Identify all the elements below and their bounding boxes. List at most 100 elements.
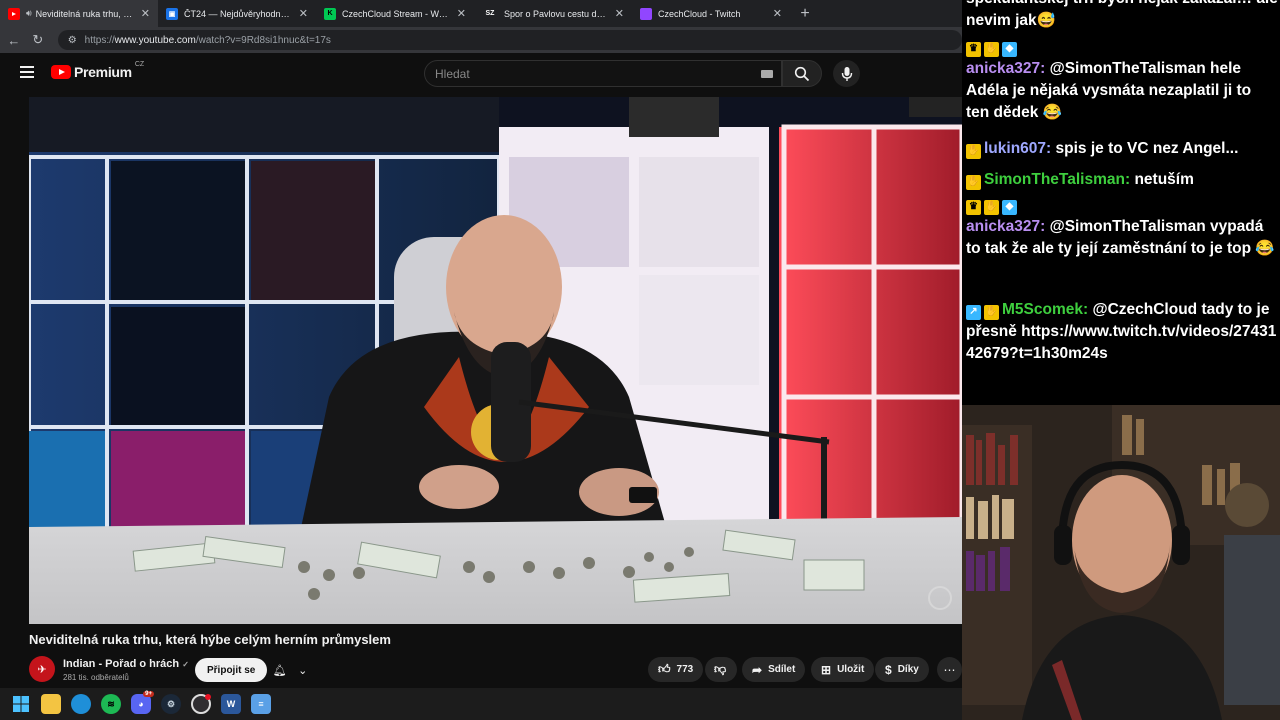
channel-actions-row: ✈ Indian - Pořad o hrách ✓ 281 tis. odbě… [29,656,962,686]
logo-word: Premium [74,64,132,80]
thanks-button[interactable]: $ Díky [875,657,929,682]
hand-badge-icon: ✋ [984,199,999,215]
tab-twitch[interactable]: CzechCloud - Twitch ✕ [632,0,790,27]
chat-message: ✋ lukin607: spis je to VC nez Angel... [966,138,1278,160]
word-icon[interactable]: W [221,694,241,714]
discord-icon[interactable]: ◕ 9+ [131,691,154,714]
crown-badge-icon: ♛ [966,41,981,57]
keyboard-icon[interactable] [761,70,773,78]
youtube-play-icon [51,65,71,79]
voice-search-button[interactable] [833,60,860,87]
join-button[interactable]: Připojit se [195,658,268,682]
chat-username[interactable]: anicka327: [966,218,1045,235]
address-bar-row: ← ↻ ⚙ https://www.youtube.com/watch?v=9R… [0,27,962,53]
close-tab-icon[interactable]: ✕ [141,7,150,20]
tab-title: ČT24 — Nejdůvěryhodnější zprav… [184,8,293,19]
logo-region: CZ [134,60,145,68]
search-button[interactable] [782,60,822,87]
chevron-down-icon: ⌄ [298,664,308,677]
back-arrow-icon[interactable]: ← [2,33,26,48]
bell-icon: 🔔︎ [272,664,287,677]
hand-badge-icon: ✋ [984,41,999,57]
chat-username[interactable]: M5Scomek: [1002,301,1088,318]
chat-username[interactable]: anicka327: [966,60,1045,77]
verified-icon: ✓ [182,660,189,669]
speaker-icon[interactable]: 🔊︎ [26,8,32,19]
streamer-webcam [962,405,1280,720]
discord-badge: 9+ [143,691,154,697]
cube-badge-icon: ◆ [1002,41,1017,57]
tab-strip: 🔊︎ Neviditelná ruka trhu, která hý… ✕ ▣ … [0,0,962,27]
hand-badge-icon: ✋ [966,174,981,190]
like-count: 773 [676,664,694,675]
reload-icon[interactable]: ↻ [26,32,50,48]
channel-watermark-icon[interactable] [928,586,952,610]
spotify-icon[interactable]: ≋ [101,694,121,714]
notepad-icon[interactable]: ≡ [251,694,271,714]
channel-name[interactable]: Indian - Pořad o hrách ✓ [63,658,189,670]
save-label: Uložit [837,664,865,675]
windows-taskbar: ≋ ◕ 9+ ⚙ W ≡ [0,688,962,720]
save-button[interactable]: ⊞ Uložit [811,657,875,682]
share-icon: ➦ [752,662,763,677]
subscriber-count: 281 tis. odběratelů [63,673,129,682]
microphone-icon [841,66,852,81]
more-actions-button[interactable]: ⋯ [937,657,962,682]
close-tab-icon[interactable]: ✕ [615,7,624,20]
dislike-button[interactable]: 👎︎ [705,657,737,682]
windows-start-icon[interactable] [11,694,31,714]
chat-message-text: netuším [1134,171,1194,188]
browser-window: 🔊︎ Neviditelná ruka trhu, která hý… ✕ ▣ … [0,0,962,688]
close-tab-icon[interactable]: ✕ [773,7,782,20]
chat-message-text: spis je to VC nez Angel... [1055,140,1239,157]
file-explorer-icon[interactable] [41,694,61,714]
search-placeholder: Hledat [435,66,470,81]
video-title: Neviditelná ruka trhu, která hýbe celým … [29,632,391,647]
video-frame [29,97,962,624]
tab-czechcloud-stream[interactable]: K CzechCloud Stream - Watch Live o… ✕ [316,0,474,27]
tab-title: Spor o Pavlovu cestu do NATO: „Ja… [504,8,609,19]
steam-icon[interactable]: ⚙ [161,694,181,714]
kick-favicon-icon: K [324,7,336,20]
chat-username[interactable]: lukin607: [984,140,1051,157]
search-icon [794,66,810,81]
url-prefix: https:// [84,34,115,46]
url-field[interactable]: ⚙ https://www.youtube.com/watch?v=9Rd8si… [57,30,962,50]
tab-title: CzechCloud Stream - Watch Live o… [342,8,451,19]
playlist-add-icon: ⊞ [821,662,832,677]
seznam-favicon-icon: SZ [485,10,495,17]
chat-username[interactable]: SimonTheTalisman: [984,171,1130,188]
screen: 🔊︎ Neviditelná ruka trhu, která hý… ✕ ▣ … [0,0,1280,720]
chat-message-text: spekulantskej trh bych nějak zakázal… al… [966,0,1278,29]
search-input[interactable]: Hledat [424,60,782,87]
tab-seznam-zpravy[interactable]: SZ Spor o Pavlovu cestu do NATO: „Ja… ✕ [474,0,632,27]
crown-badge-icon: ♛ [966,199,981,215]
site-info-icon[interactable]: ⚙ [68,35,77,46]
video-player[interactable] [29,97,962,624]
youtube-favicon-icon [8,7,20,20]
tab-title: Neviditelná ruka trhu, která hý… [35,8,135,19]
arrow-badge-icon: ↗ [966,304,981,320]
share-button[interactable]: ➦ Sdílet [742,657,806,682]
edge-icon[interactable] [71,694,91,714]
thumbs-down-icon: 👎︎ [714,662,727,676]
tab-ct24[interactable]: ▣ ČT24 — Nejdůvěryhodnější zprav… ✕ [158,0,316,27]
thumbs-up-icon: 👍︎ [658,662,671,676]
thanks-label: Díky [897,664,919,675]
close-tab-icon[interactable]: ✕ [457,7,466,20]
chat-message: ♛ ✋ ◆ anicka327: @SimonTheTalisman vypad… [966,198,1278,260]
obs-icon[interactable] [191,694,211,714]
close-tab-icon[interactable]: ✕ [299,7,308,20]
channel-avatar[interactable]: ✈ [29,656,55,682]
tab-youtube[interactable]: 🔊︎ Neviditelná ruka trhu, která hý… ✕ [0,0,158,27]
notification-bell-button[interactable]: 🔔︎ ⌄ [267,658,313,682]
channel-name-text: Indian - Pořad o hrách [63,658,180,670]
youtube-premium-logo[interactable]: Premium CZ [51,60,145,80]
tab-title: CzechCloud - Twitch [658,8,741,19]
webcam-frame [962,405,1280,720]
new-tab-button[interactable]: + [790,5,820,23]
hamburger-menu-icon[interactable] [20,66,34,78]
youtube-header: Premium CZ Hledat [0,53,962,97]
cube-badge-icon: ◆ [1002,199,1017,215]
like-button[interactable]: 👍︎ 773 [648,657,704,682]
